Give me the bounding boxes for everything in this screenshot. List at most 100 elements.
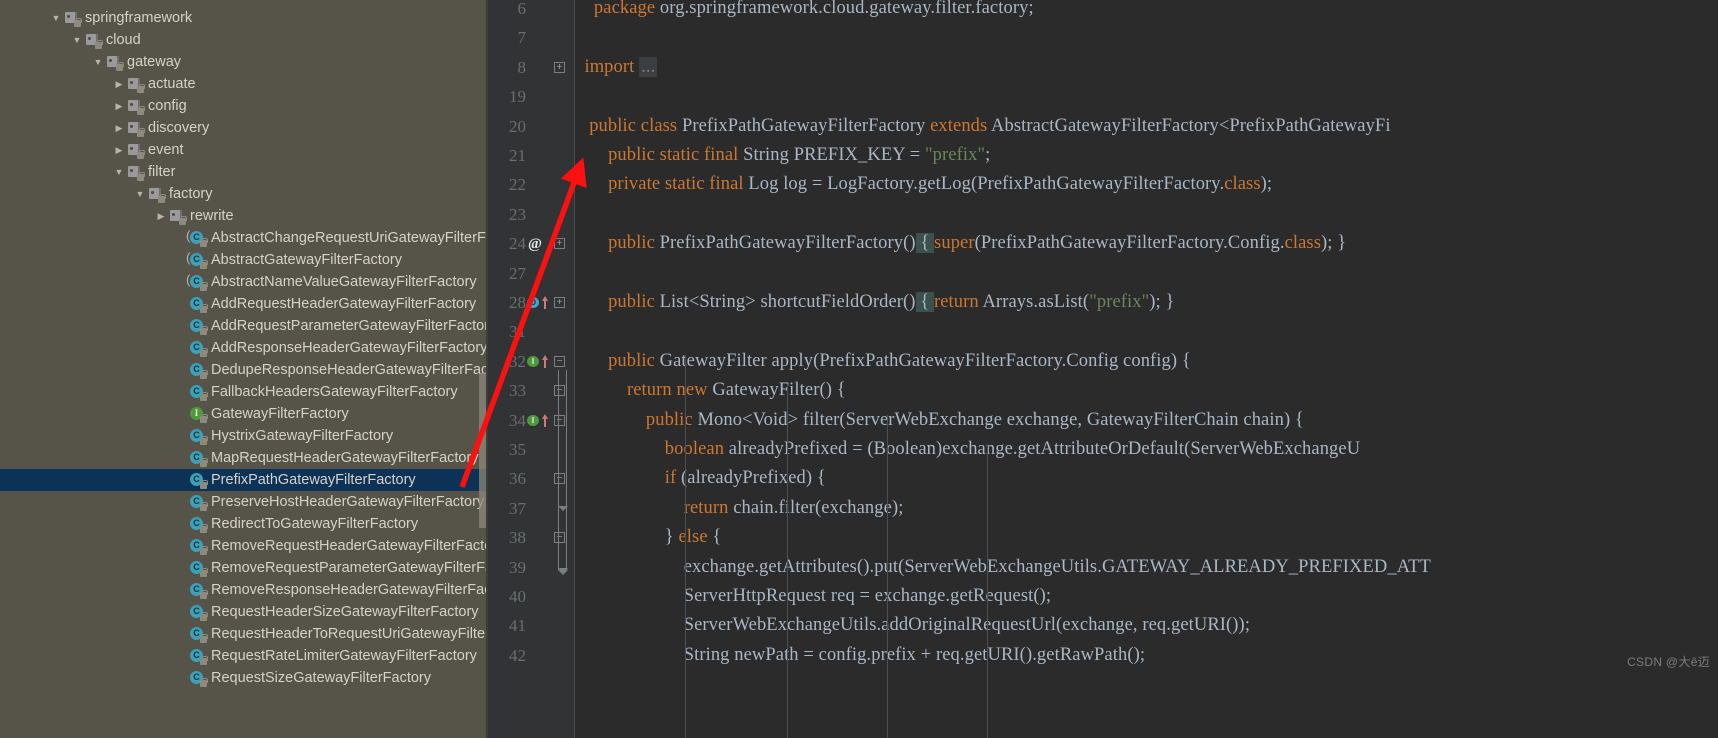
code-line[interactable]: return new GatewayFilter() { <box>575 376 846 405</box>
overriding-method-icon[interactable]: O <box>527 296 548 309</box>
fold-collapse-icon[interactable] <box>554 355 565 367</box>
code-line[interactable]: boolean alreadyPrefixed = (Boolean)excha… <box>575 435 1360 464</box>
chevron-right-icon[interactable] <box>111 117 127 139</box>
line-number: 37 <box>509 498 526 518</box>
code-token: ; <box>1244 615 1251 636</box>
tree-item[interactable]: HystrixGatewayFilterFactory <box>0 425 488 447</box>
chevron-right-icon[interactable] <box>111 95 127 117</box>
gutter-row[interactable]: 21 <box>488 141 574 170</box>
chevron-down-icon[interactable] <box>69 29 85 51</box>
tree-item[interactable]: RemoveResponseHeaderGatewayFilterFactory <box>0 579 488 601</box>
fold-expand-icon[interactable] <box>554 61 565 73</box>
tree-item-label: AbstractGatewayFilterFactory <box>211 252 402 268</box>
gutter-row[interactable]: 28 O <box>488 288 574 317</box>
tree-item[interactable]: actuate <box>0 73 488 95</box>
code-line[interactable]: public static final String PREFIX_KEY = … <box>575 141 990 170</box>
chevron-down-icon[interactable] <box>111 161 127 183</box>
fold-expand-icon[interactable] <box>554 297 565 308</box>
code-line[interactable]: return chain.filter(exchange); <box>575 494 904 523</box>
tree-item[interactable]: AbstractNameValueGatewayFilterFactory <box>0 271 488 293</box>
code-line[interactable]: public List<String> shortcutFieldOrder()… <box>575 288 1175 317</box>
tree-item[interactable]: RedirectToGatewayFilterFactory <box>0 513 488 535</box>
tree-item[interactable]: event <box>0 139 488 161</box>
tree-item[interactable]: discovery <box>0 117 488 139</box>
tree-item[interactable]: factory <box>0 183 488 205</box>
tree-item[interactable]: MapRequestHeaderGatewayFilterFactory <box>0 447 488 469</box>
tree-item[interactable]: RemoveRequestParameterGatewayFilterFacto… <box>0 557 488 579</box>
code-token: GatewayFilter apply(PrefixPathGatewayFil… <box>654 350 1191 371</box>
code-text-area[interactable]: package org.springframework.cloud.gatewa… <box>575 0 1718 738</box>
code-line[interactable]: if (alreadyPrefixed) { <box>575 464 826 493</box>
gutter-row[interactable]: 41 <box>488 611 574 640</box>
chevron-down-icon[interactable] <box>132 183 148 205</box>
editor-gutter[interactable]: 678192021222324@2728O3132I3334I353637383… <box>488 0 574 738</box>
code-line[interactable]: exchange.getAttributes().put(ServerWebEx… <box>575 553 1431 582</box>
code-line[interactable]: public GatewayFilter apply(PrefixPathGat… <box>575 347 1191 376</box>
tree-item[interactable]: RequestSizeGatewayFilterFactory <box>0 667 488 689</box>
code-line[interactable]: ServerWebExchangeUtils.addOriginalReques… <box>575 611 1250 640</box>
tree-item[interactable]: PreserveHostHeaderGatewayFilterFactory <box>0 491 488 513</box>
tree-item[interactable]: FallbackHeadersGatewayFilterFactory <box>0 381 488 403</box>
lock-icon <box>179 215 187 225</box>
code-token: ); } <box>1321 233 1347 254</box>
code-token: else <box>678 527 708 548</box>
code-line[interactable]: public PrefixPathGatewayFilterFactory() … <box>575 229 1346 258</box>
chevron-down-icon[interactable] <box>90 51 106 73</box>
code-line[interactable]: } else { <box>575 523 722 552</box>
code-line[interactable]: package org.springframework.cloud.gatewa… <box>575 0 1034 23</box>
fold-expand-icon[interactable] <box>554 238 565 250</box>
implementing-method-icon[interactable]: I <box>527 354 548 368</box>
tree-item[interactable]: config <box>0 95 488 117</box>
chevron-right-icon[interactable] <box>111 73 127 95</box>
tree-item-label: factory <box>169 186 213 202</box>
tree-item[interactable]: cloud <box>0 29 488 51</box>
project-tree-panel[interactable]: springframework cloud gateway actuate config… <box>0 0 488 738</box>
tree-item[interactable]: RequestRateLimiterGatewayFilterFactory <box>0 645 488 667</box>
tree-item[interactable]: rewrite <box>0 205 488 227</box>
tree-item[interactable]: AddResponseHeaderGatewayFilterFactory <box>0 337 488 359</box>
implementing-method-icon[interactable]: I <box>527 413 548 427</box>
gutter-row[interactable]: 31 <box>488 317 574 346</box>
tree-item[interactable]: AbstractChangeRequestUriGatewayFilterFac… <box>0 227 488 249</box>
gutter-row[interactable]: 8 <box>488 53 574 82</box>
gutter-row[interactable]: 42 <box>488 641 574 670</box>
line-number: 20 <box>509 116 526 136</box>
tree-item[interactable]: GatewayFilterFactory <box>0 403 488 425</box>
gutter-row[interactable]: 22 <box>488 170 574 199</box>
code-line[interactable]: private static final Log log = LogFactor… <box>575 170 1272 199</box>
chevron-down-icon[interactable] <box>48 7 64 29</box>
tree-item[interactable]: AbstractGatewayFilterFactory <box>0 249 488 271</box>
lock-icon <box>200 413 208 423</box>
lock-icon <box>200 501 208 511</box>
gutter-row[interactable]: 7 <box>488 23 574 52</box>
tree-item[interactable]: AddRequestHeaderGatewayFilterFactory <box>0 293 488 315</box>
code-line[interactable]: public class PrefixPathGatewayFilterFact… <box>575 112 1391 141</box>
tree-item[interactable]: filter <box>0 161 488 183</box>
tree-item[interactable]: AddRequestParameterGatewayFilterFactory <box>0 315 488 337</box>
code-token: PrefixPathGatewayFilterFactory() <box>654 233 916 254</box>
tree-item[interactable]: gateway <box>0 51 488 73</box>
chevron-right-icon[interactable] <box>111 139 127 161</box>
chevron-right-icon[interactable] <box>153 205 169 227</box>
code-editor[interactable]: 678192021222324@2728O3132I3334I353637383… <box>488 0 1718 738</box>
tree-item[interactable]: springframework <box>0 7 488 29</box>
package-icon <box>169 208 187 225</box>
tree-item[interactable]: RemoveRequestHeaderGatewayFilterFactory <box>0 535 488 557</box>
gutter-row[interactable]: 23 <box>488 200 574 229</box>
tree-item[interactable]: RequestHeaderSizeGatewayFilterFactory <box>0 601 488 623</box>
gutter-row[interactable]: 6 <box>488 0 574 23</box>
fold-region-bar[interactable] <box>558 490 568 573</box>
gutter-row[interactable]: 20 <box>488 112 574 141</box>
code-line[interactable]: String newPath = config.prefix + req.get… <box>575 641 1145 670</box>
tree-item[interactable]: DedupeResponseHeaderGatewayFilterFactory <box>0 359 488 381</box>
gutter-row[interactable]: 19 <box>488 82 574 111</box>
gutter-row[interactable]: 27 <box>488 259 574 288</box>
tree-item[interactable]: RequestHeaderToRequestUriGatewayFilterFa… <box>0 623 488 645</box>
arrow-up-icon <box>540 353 549 369</box>
code-line[interactable]: ServerHttpRequest req = exchange.getRequ… <box>575 582 1051 611</box>
tree-item-selected[interactable]: PrefixPathGatewayFilterFactory <box>0 469 488 491</box>
code-line[interactable]: import ... <box>575 53 658 82</box>
annotation-marker-icon[interactable]: @ <box>528 235 546 253</box>
gutter-row[interactable]: 24 @ <box>488 229 574 258</box>
gutter-row[interactable]: 40 <box>488 582 574 611</box>
